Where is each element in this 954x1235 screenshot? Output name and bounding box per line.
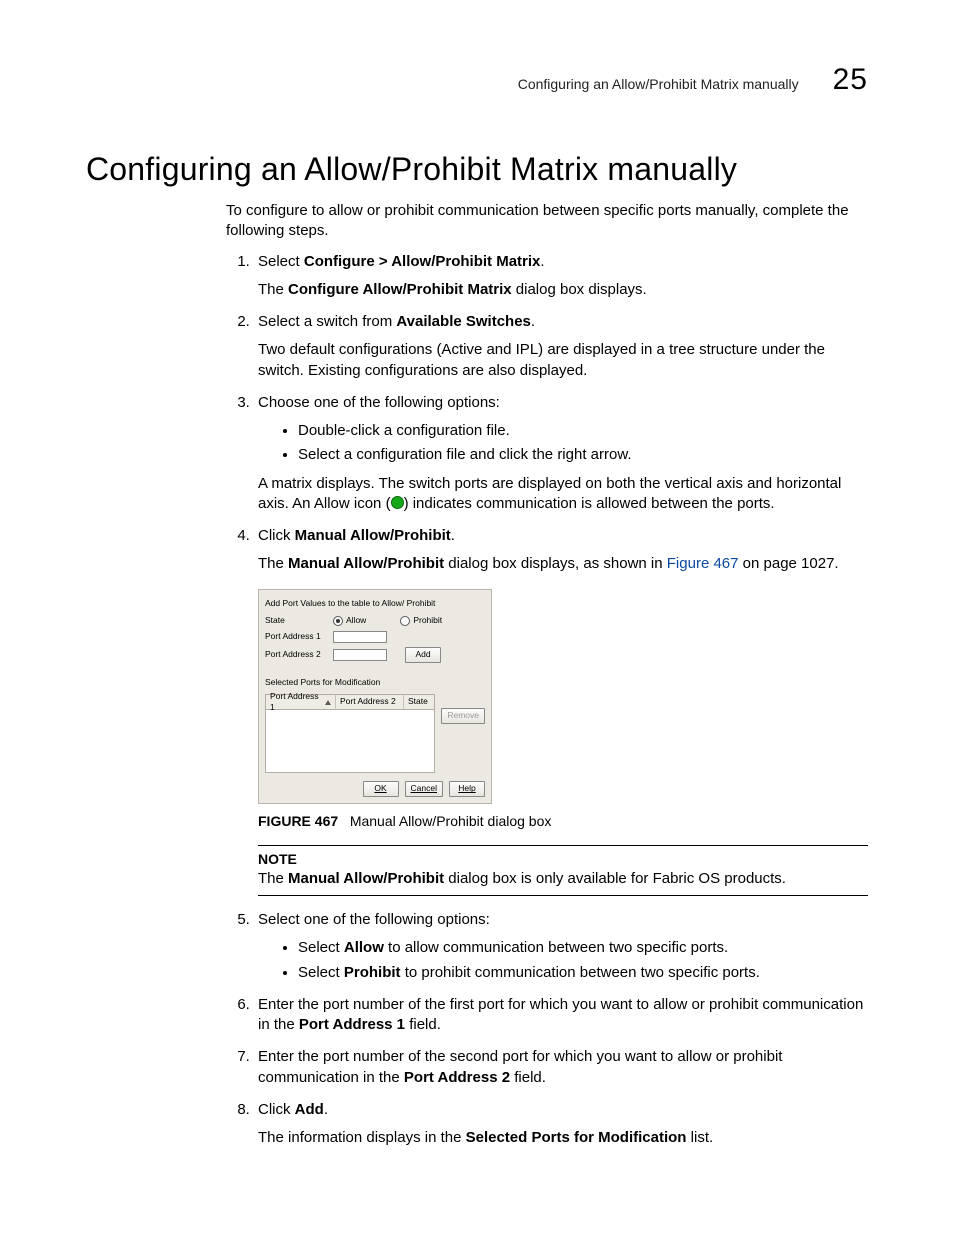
text: dialog box displays, as shown in — [444, 555, 667, 572]
text: list. — [686, 1129, 713, 1146]
text-bold: Add — [295, 1101, 324, 1118]
add-button[interactable]: Add — [405, 647, 441, 663]
text: The — [258, 555, 288, 572]
port-address-2-label: Port Address 2 — [265, 649, 327, 660]
radio-icon — [400, 616, 410, 626]
text: field. — [510, 1069, 546, 1086]
text: . — [324, 1101, 328, 1118]
col-port-address-2[interactable]: Port Address 2 — [336, 695, 404, 709]
step-6: Enter the port number of the first port … — [254, 995, 868, 1036]
step-1: Select Configure > Allow/Prohibit Matrix… — [254, 252, 868, 301]
text-bold: Manual Allow/Prohibit — [288, 555, 444, 572]
bullet: Select a configuration file and click th… — [298, 445, 868, 465]
text: Click — [258, 527, 295, 544]
btn-label: OK — [374, 783, 386, 794]
text-bold: Manual Allow/Prohibit — [295, 527, 451, 544]
steps-list: Select Configure > Allow/Prohibit Matrix… — [226, 252, 868, 1149]
radio-label: Allow — [346, 615, 366, 626]
btn-label: Help — [458, 783, 475, 794]
text: . — [540, 253, 544, 270]
text: Select one of the following options: — [258, 911, 490, 928]
radio-label: Prohibit — [413, 615, 442, 626]
text: . — [451, 527, 455, 544]
ok-button[interactable]: OK — [363, 781, 399, 797]
text-bold: Allow — [344, 939, 384, 956]
figure-label: FIGURE 467 — [258, 813, 338, 829]
radio-icon — [333, 616, 343, 626]
text: Select — [298, 939, 344, 956]
help-button[interactable]: Help — [449, 781, 485, 797]
text-bold: Port Address 2 — [404, 1069, 510, 1086]
text: Two default configurations (Active and I… — [258, 340, 868, 381]
bullet: Double-click a configuration file. — [298, 421, 868, 441]
col-label: Port Address 1 — [270, 691, 322, 714]
step-2: Select a switch from Available Switches.… — [254, 312, 868, 381]
step-5: Select one of the following options: Sel… — [254, 910, 868, 983]
col-port-address-1[interactable]: Port Address 1 — [266, 695, 336, 709]
text-bold: Available Switches — [396, 313, 531, 330]
step-7: Enter the port number of the second port… — [254, 1047, 868, 1088]
figure-xref[interactable]: Figure 467 — [667, 555, 739, 572]
running-header: Configuring an Allow/Prohibit Matrix man… — [518, 60, 868, 101]
text: Choose one of the following options: — [258, 394, 500, 411]
port-address-1-label: Port Address 1 — [265, 631, 327, 642]
text-bold: Manual Allow/Prohibit — [288, 870, 444, 887]
text: dialog box displays. — [512, 281, 647, 298]
port-address-1-input[interactable] — [333, 631, 387, 643]
text-bold: Port Address 1 — [299, 1016, 405, 1033]
cancel-button[interactable]: Cancel — [405, 781, 443, 797]
text: ) indicates communication is allowed bet… — [404, 495, 775, 512]
text: Click — [258, 1101, 295, 1118]
bullet: Select Prohibit to prohibit communicatio… — [298, 963, 868, 983]
manual-allow-prohibit-dialog: Add Port Values to the table to Allow/ P… — [258, 589, 492, 804]
prohibit-radio[interactable]: Prohibit — [400, 615, 442, 626]
text: The information displays in the — [258, 1129, 466, 1146]
text: The — [258, 281, 288, 298]
allow-icon — [391, 496, 404, 509]
text: to prohibit communication between two sp… — [401, 964, 760, 981]
text: Select — [298, 964, 344, 981]
text: to allow communication between two speci… — [384, 939, 728, 956]
bullet: Select Allow to allow communication betw… — [298, 938, 868, 958]
page-title: Configuring an Allow/Prohibit Matrix man… — [86, 148, 868, 191]
text-bold: Prohibit — [344, 964, 401, 981]
state-label: State — [265, 615, 327, 626]
dialog-table-header: Port Address 1 Port Address 2 State — [265, 694, 435, 710]
step-4: Click Manual Allow/Prohibit. The Manual … — [254, 526, 868, 896]
chapter-number: 25 — [833, 60, 868, 101]
dialog-table-body — [265, 710, 435, 773]
step-3: Choose one of the following options: Dou… — [254, 393, 868, 514]
text: . — [531, 313, 535, 330]
dialog-section-title: Add Port Values to the table to Allow/ P… — [265, 598, 485, 609]
allow-radio[interactable]: Allow — [333, 615, 366, 626]
body-content: To configure to allow or prohibit commun… — [226, 201, 868, 1148]
text: on page 1027. — [738, 555, 838, 572]
text: Select — [258, 253, 304, 270]
step-8: Click Add. The information displays in t… — [254, 1100, 868, 1149]
col-state[interactable]: State — [404, 695, 434, 709]
running-title: Configuring an Allow/Prohibit Matrix man… — [518, 75, 799, 94]
remove-button[interactable]: Remove — [441, 708, 485, 724]
sort-asc-icon — [325, 700, 331, 705]
note-label: NOTE — [258, 850, 868, 869]
note-block: NOTE The Manual Allow/Prohibit dialog bo… — [258, 845, 868, 896]
text-bold: Configure Allow/Prohibit Matrix — [288, 281, 512, 298]
text: The — [258, 870, 288, 887]
text-bold: Selected Ports for Modification — [466, 1129, 687, 1146]
port-address-2-input[interactable] — [333, 649, 387, 661]
text: field. — [405, 1016, 441, 1033]
figure-caption: FIGURE 467 Manual Allow/Prohibit dialog … — [258, 812, 868, 831]
btn-label: Cancel — [411, 783, 437, 794]
text: Select a switch from — [258, 313, 396, 330]
figure-caption-text: Manual Allow/Prohibit dialog box — [350, 813, 552, 829]
text: dialog box is only available for Fabric … — [444, 870, 786, 887]
intro-text: To configure to allow or prohibit commun… — [226, 201, 868, 242]
text-bold: Configure > Allow/Prohibit Matrix — [304, 253, 541, 270]
dialog-section-title-2: Selected Ports for Modification — [265, 677, 485, 688]
